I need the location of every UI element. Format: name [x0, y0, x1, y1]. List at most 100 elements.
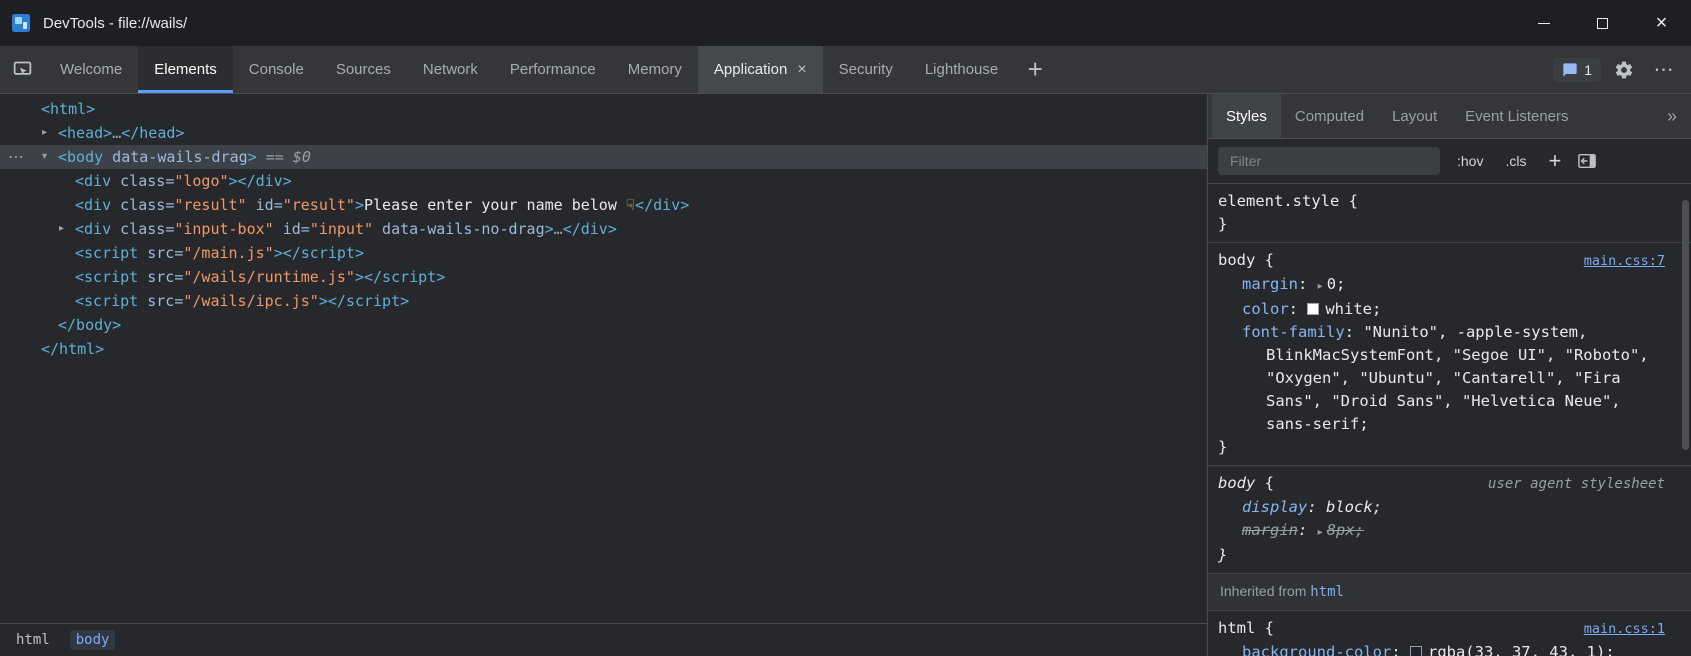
sidebar-tab-event-listeners[interactable]: Event Listeners	[1451, 94, 1582, 138]
tab-welcome[interactable]: Welcome	[44, 46, 138, 93]
sidebar-tab-computed[interactable]: Computed	[1281, 94, 1378, 138]
rule-selector[interactable]: html	[1218, 619, 1255, 637]
node-markup: <div class="result" id="result">Please e…	[75, 193, 689, 217]
property-value[interactable]: 8px;	[1327, 521, 1364, 539]
color-swatch[interactable]	[1307, 303, 1319, 315]
property-name[interactable]: background-color	[1242, 643, 1391, 656]
close-button[interactable]: ×	[1632, 0, 1691, 46]
rule-selector[interactable]: body	[1218, 251, 1255, 269]
devtools-logo-icon	[12, 13, 32, 33]
styles-tab-strip: StylesComputedLayoutEvent Listeners	[1212, 94, 1583, 138]
scrollbar-thumb[interactable]	[1682, 200, 1689, 450]
rule-selector[interactable]: body	[1218, 474, 1255, 492]
property-name[interactable]: margin	[1242, 521, 1298, 539]
node-markup: <head>…</head>	[58, 121, 184, 145]
tree-node-6[interactable]: <script src="/main.js"></script>	[0, 241, 1207, 265]
css-declaration[interactable]: background-color: rgba(33, 37, 43, 1);	[1218, 641, 1665, 656]
tree-node-0[interactable]: <html>	[0, 97, 1207, 121]
breadcrumb-item-body[interactable]: body	[70, 630, 116, 650]
expand-shorthand-icon[interactable]: ▸	[1318, 527, 1323, 538]
css-declaration[interactable]: margin: ▸8px;	[1218, 519, 1665, 544]
node-markup: <body data-wails-drag> == $0	[58, 145, 311, 169]
toggle-sidebar-icon[interactable]	[1578, 153, 1596, 169]
collapse-arrow-icon[interactable]: ▾	[41, 145, 58, 169]
more-options-icon[interactable]: ⋯	[1647, 53, 1681, 87]
style-rule-element-style-0: element.style {}	[1208, 184, 1691, 243]
toggle-pseudo-classes-button[interactable]: :hov	[1452, 151, 1488, 171]
tab-memory[interactable]: Memory	[612, 46, 698, 93]
expand-arrow-icon[interactable]: ▸	[41, 121, 58, 145]
settings-gear-icon[interactable]	[1607, 53, 1641, 87]
css-declaration[interactable]: font-family: "Nunito", -apple-system, Bl…	[1218, 321, 1665, 436]
css-declaration[interactable]: display: block;	[1218, 496, 1665, 519]
devtools-tab-strip: WelcomeElementsConsole Sources NetworkPerf…	[44, 46, 1014, 93]
expand-shorthand-icon[interactable]: ▸	[1318, 281, 1323, 292]
tree-node-10[interactable]: </html>	[0, 337, 1207, 361]
property-value[interactable]: white;	[1325, 300, 1381, 318]
tab-console[interactable]: Console	[233, 46, 320, 93]
stylesheet-link[interactable]: main.css:1	[1584, 618, 1665, 641]
devtools-window: DevTools - file://wails/ × WelcomeElemen…	[0, 0, 1691, 656]
message-bubble-icon	[1562, 62, 1578, 78]
tree-node-3[interactable]: <div class="logo"></div>	[0, 169, 1207, 193]
css-declaration[interactable]: margin: ▸0;	[1218, 273, 1665, 298]
new-style-rule-button[interactable]: +	[1543, 150, 1566, 172]
tree-node-1[interactable]: ▸<head>…</head>	[0, 121, 1207, 145]
property-name[interactable]: margin	[1242, 275, 1298, 293]
more-tabs-button[interactable]: +	[1014, 46, 1056, 93]
styles-scrollbar[interactable]	[1681, 140, 1690, 656]
breadcrumb-item-html[interactable]: html	[10, 630, 56, 650]
titlebar: DevTools - file://wails/ ×	[0, 0, 1691, 46]
color-swatch[interactable]	[1410, 646, 1422, 656]
tab-lighthouse[interactable]: Lighthouse	[909, 46, 1014, 93]
tab-label: Sources	[336, 61, 391, 78]
issues-counter[interactable]: 1	[1553, 58, 1601, 82]
tab-application[interactable]: Application ×	[698, 46, 823, 93]
toolbar-right: 1 ⋯	[1553, 46, 1691, 93]
tab-label: Application	[714, 61, 787, 78]
tab-performance[interactable]: Performance	[494, 46, 612, 93]
tab-elements[interactable]: Elements	[138, 46, 233, 93]
stylesheet-origin-label: user agent stylesheet	[1488, 473, 1665, 496]
node-menu-dots-icon[interactable]: ⋯	[8, 145, 24, 169]
property-value[interactable]: 0;	[1327, 275, 1346, 293]
tree-node-5[interactable]: ▸<div class="input-box" id="input" data-…	[0, 217, 1207, 241]
styles-panel: StylesComputedLayoutEvent Listeners » :h…	[1208, 94, 1691, 656]
property-name[interactable]: color	[1242, 300, 1289, 318]
tab-network[interactable]: Network	[407, 46, 494, 93]
window-title: DevTools - file://wails/	[43, 15, 187, 32]
property-name[interactable]: font-family	[1242, 323, 1345, 341]
issues-count: 1	[1584, 62, 1592, 78]
sidebar-tab-layout[interactable]: Layout	[1378, 94, 1451, 138]
tab-sources[interactable]: Sources	[320, 46, 407, 93]
property-name[interactable]: display	[1242, 498, 1307, 516]
elements-panel: <html>▸<head>…</head>⋯▾<body data-wails-…	[0, 94, 1207, 656]
maximize-button[interactable]	[1573, 0, 1632, 46]
tab-security[interactable]: Security	[823, 46, 909, 93]
inspect-icon[interactable]	[0, 46, 44, 93]
rule-selector[interactable]: element.style	[1218, 192, 1339, 210]
tree-node-7[interactable]: <script src="/wails/runtime.js"></script…	[0, 265, 1207, 289]
tree-node-9[interactable]: </body>	[0, 313, 1207, 337]
node-markup: <div class="input-box" id="input" data-w…	[75, 217, 617, 241]
minimize-button[interactable]	[1514, 0, 1573, 46]
node-markup: <div class="logo"></div>	[75, 169, 292, 193]
stylesheet-link[interactable]: main.css:7	[1584, 250, 1665, 273]
css-declaration[interactable]: color: white;	[1218, 298, 1665, 321]
tree-node-2[interactable]: ⋯ ▾<body data-wails-drag> == $0	[0, 145, 1207, 169]
styles-filter-input[interactable]	[1218, 147, 1440, 175]
more-sidebar-tabs-icon[interactable]: »	[1653, 106, 1691, 127]
node-markup: <html>	[41, 97, 95, 121]
window-controls: ×	[1514, 0, 1691, 46]
tree-node-8[interactable]: <script src="/wails/ipc.js"></script>	[0, 289, 1207, 313]
tab-close-icon[interactable]: ×	[797, 62, 806, 78]
property-value[interactable]: rgba(33, 37, 43, 1);	[1428, 643, 1615, 656]
tree-node-4[interactable]: <div class="result" id="result">Please e…	[0, 193, 1207, 217]
expand-arrow-icon[interactable]: ▸	[58, 217, 75, 241]
element-classes-button[interactable]: .cls	[1500, 151, 1531, 171]
sidebar-tab-styles[interactable]: Styles	[1212, 94, 1281, 138]
inherited-element-link[interactable]: html	[1310, 584, 1344, 600]
property-value[interactable]: block;	[1326, 498, 1382, 516]
content: <html>▸<head>…</head>⋯▾<body data-wails-…	[0, 94, 1691, 656]
node-markup: <script src="/main.js"></script>	[75, 241, 364, 265]
